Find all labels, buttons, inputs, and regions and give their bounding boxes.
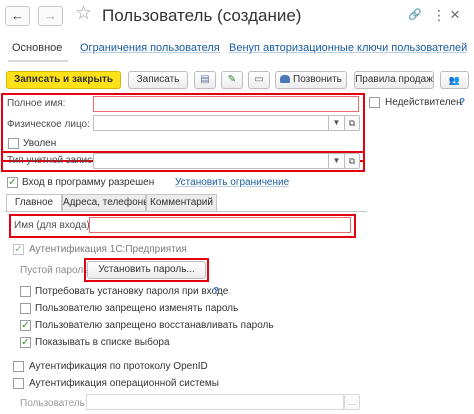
- arrow-left-icon: ←: [11, 8, 24, 23]
- users-icon: 👥: [448, 75, 461, 85]
- require-password-label: Потребовать установку пароля при входе: [35, 286, 229, 297]
- deny-restore-password-checkbox[interactable]: ✓: [20, 320, 31, 331]
- deny-change-password-label: Пользователю запрещено изменять пароль: [35, 303, 239, 314]
- tab-main-underline: [8, 60, 68, 62]
- full-name-label: Полное имя:: [7, 98, 66, 109]
- save-button[interactable]: Записать: [128, 71, 188, 89]
- list-icon: ▤: [200, 74, 210, 85]
- individual-label: Физическое лицо:: [7, 119, 90, 130]
- require-password-checkbox[interactable]: [20, 286, 31, 297]
- empty-password-label: Пустой пароль: [20, 265, 89, 276]
- tab-comment[interactable]: Комментарий: [146, 194, 217, 211]
- inactive-label: Недействителен: [385, 97, 462, 108]
- fired-checkbox[interactable]: [8, 138, 19, 149]
- forward-button[interactable]: →: [38, 6, 63, 26]
- os-auth-label: Аутентификация операционной системы: [29, 378, 219, 389]
- os-auth-checkbox[interactable]: [13, 378, 24, 389]
- login-name-label: Имя (для входа):: [14, 220, 93, 231]
- openid-auth-label: Аутентификация по протоколу OpenID: [29, 361, 208, 372]
- individual-dropdown[interactable]: ▼: [329, 115, 345, 131]
- individual-input[interactable]: [93, 115, 329, 131]
- more-icon[interactable]: ⋮: [432, 6, 446, 24]
- link-icon[interactable]: 🔗: [408, 6, 422, 24]
- help-icon-password[interactable]: ?: [213, 286, 219, 298]
- users-menu-button[interactable]: 👥: [440, 71, 469, 89]
- chat-button[interactable]: ▭: [248, 71, 270, 89]
- arrow-right-icon: →: [44, 8, 57, 23]
- auth-1c-label: Аутентификация 1С:Предприятия: [29, 244, 187, 255]
- call-button[interactable]: Позвонить: [275, 71, 347, 89]
- openid-auth-checkbox[interactable]: [13, 361, 24, 372]
- individual-open-button[interactable]: ⧉: [344, 115, 360, 131]
- os-user-input[interactable]: [86, 394, 344, 410]
- deny-restore-password-label: Пользователю запрещено восстанавливать п…: [35, 320, 274, 331]
- tab-user-restrictions[interactable]: Ограничения пользователя: [80, 41, 220, 55]
- account-type-label: Тип учетной записи:: [7, 155, 101, 166]
- show-in-list-label: Показывать в списке выбора: [35, 337, 170, 348]
- auth-1c-checkbox[interactable]: ✓: [13, 244, 24, 255]
- list-button[interactable]: ▤: [194, 71, 216, 89]
- tab-addresses-phones[interactable]: Адреса, телефоны: [62, 194, 150, 211]
- sale-rules-button[interactable]: Правила продаж: [354, 71, 434, 89]
- call-button-label: Позвонить: [293, 74, 342, 85]
- phone-icon: [280, 75, 290, 84]
- os-user-select-button[interactable]: …: [344, 394, 360, 410]
- help-icon[interactable]: ?: [459, 97, 465, 109]
- fired-label: Уволен: [23, 138, 57, 149]
- save-and-close-button[interactable]: Записать и закрыть: [6, 71, 121, 89]
- favorite-star-icon[interactable]: ☆: [75, 3, 92, 25]
- full-name-input[interactable]: [93, 96, 359, 112]
- set-restriction-link[interactable]: Установить ограничение: [175, 177, 289, 189]
- tab-main[interactable]: Основное: [12, 41, 62, 55]
- tab-general[interactable]: Главное: [6, 194, 62, 212]
- window-title: Пользователь (создание): [102, 6, 302, 25]
- inactive-checkbox[interactable]: [369, 97, 380, 108]
- edit-button[interactable]: ✎: [221, 71, 243, 89]
- account-type-dropdown[interactable]: ▼: [329, 153, 345, 169]
- login-allowed-label: Вход в программу разрешен: [22, 177, 155, 188]
- login-name-input[interactable]: [89, 217, 351, 233]
- back-button[interactable]: ←: [5, 6, 30, 26]
- chat-icon: ▭: [254, 74, 264, 85]
- account-type-open-button[interactable]: ⧉: [344, 153, 360, 169]
- login-allowed-checkbox[interactable]: ✓: [7, 177, 18, 188]
- close-icon[interactable]: ×: [450, 6, 460, 24]
- deny-change-password-checkbox[interactable]: [20, 303, 31, 314]
- os-user-label: Пользователь:: [20, 398, 88, 409]
- account-type-input[interactable]: [93, 153, 329, 169]
- show-in-list-checkbox[interactable]: ✓: [20, 337, 31, 348]
- set-password-button[interactable]: Установить пароль...: [87, 261, 206, 279]
- pen-icon: ✎: [227, 74, 237, 85]
- tab-auth-keys[interactable]: Венуп авторизационные ключи пользователе…: [229, 41, 467, 55]
